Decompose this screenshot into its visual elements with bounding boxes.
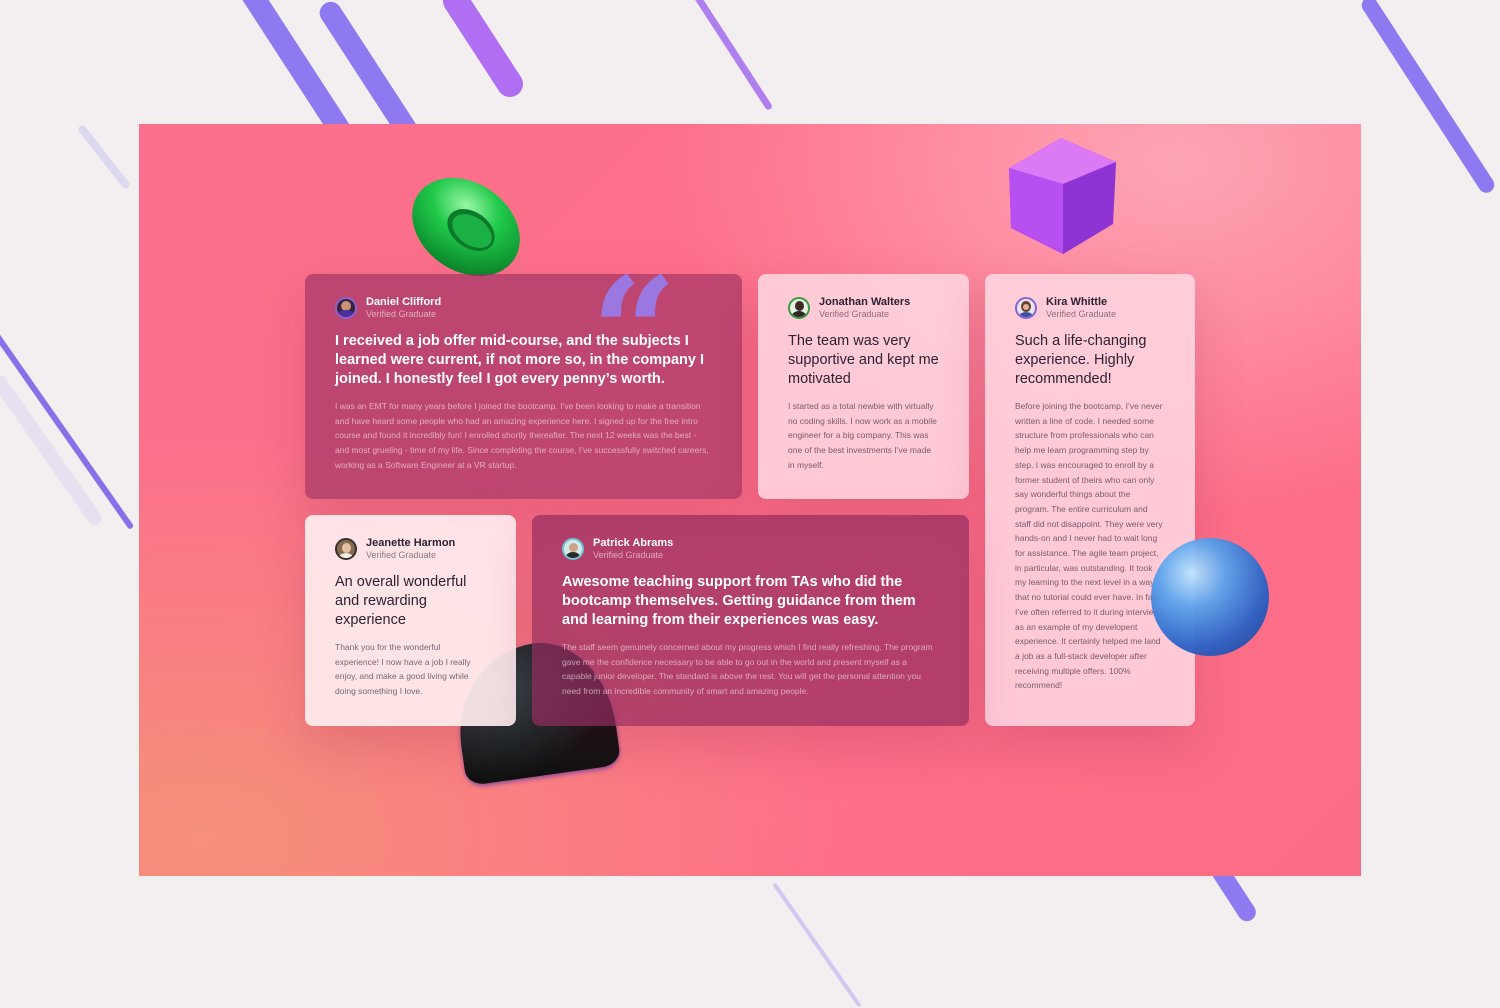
author-role: Verified Graduate (1046, 309, 1117, 319)
avatar (1015, 297, 1037, 319)
green-torus-shape (412, 177, 520, 277)
author-role: Verified Graduate (366, 550, 437, 560)
testimonial-card-patrick: Patrick Abrams Verified Graduate Awesome… (532, 515, 969, 726)
testimonial-body: Before joining the bootcamp, I’ve never … (1015, 401, 1164, 691)
background-stripe (76, 123, 132, 191)
testimonial-quote: The team was very supportive and kept me… (788, 333, 939, 387)
testimonial-card-kira: Kira Whittle Verified Graduate Such a li… (985, 274, 1195, 726)
card-header: Daniel Clifford Verified Graduate (335, 296, 712, 320)
author-name: Jonathan Walters (819, 296, 911, 308)
background-stripe (0, 329, 135, 531)
testimonial-quote: An overall wonderful and rewarding exper… (335, 574, 467, 628)
avatar (335, 538, 357, 560)
avatar (788, 297, 810, 319)
testimonials-panel: “ Daniel Clifford Verified Graduate I re… (139, 124, 1361, 876)
author-role: Verified Graduate (593, 550, 664, 560)
avatar (335, 297, 357, 319)
purple-cube-shape (1009, 138, 1116, 254)
author-name: Patrick Abrams (593, 537, 674, 549)
background-stripe (0, 372, 105, 528)
testimonial-quote: I received a job offer mid-course, and t… (335, 333, 705, 387)
testimonial-body: I started as a total newbie with virtual… (788, 401, 937, 470)
background-stripe (772, 882, 862, 1008)
testimonial-body: I was an EMT for many years before I joi… (335, 401, 709, 470)
background-stripe (693, 0, 774, 112)
avatar (562, 538, 584, 560)
author-name: Jeanette Harmon (366, 537, 456, 549)
background-stripe (438, 0, 528, 102)
card-header: Kira Whittle Verified Graduate (1015, 296, 1165, 320)
testimonial-card-daniel: “ Daniel Clifford Verified Graduate I re… (305, 258, 742, 499)
testimonial-card-jonathan: Jonathan Walters Verified Graduate The t… (758, 274, 969, 499)
author-role: Verified Graduate (366, 309, 437, 319)
blue-sphere-shape (1151, 538, 1269, 656)
card-header: Jeanette Harmon Verified Graduate (335, 537, 486, 561)
card-header: Jonathan Walters Verified Graduate (788, 296, 939, 320)
testimonial-card-jeanette: Jeanette Harmon Verified Graduate An ove… (305, 515, 516, 726)
testimonial-quote: Awesome teaching support from TAs who di… (562, 574, 916, 628)
author-name: Kira Whittle (1046, 296, 1108, 308)
author-role: Verified Graduate (819, 309, 890, 319)
testimonial-body: Thank you for the wonderful experience! … (335, 642, 471, 697)
testimonial-body: The staff seem genuinely concerned about… (562, 642, 933, 697)
author-name: Daniel Clifford (366, 296, 442, 308)
testimonial-quote: Such a life-changing experience. Highly … (1015, 333, 1147, 387)
card-header: Patrick Abrams Verified Graduate (562, 537, 939, 561)
background-stripe (1358, 0, 1498, 196)
